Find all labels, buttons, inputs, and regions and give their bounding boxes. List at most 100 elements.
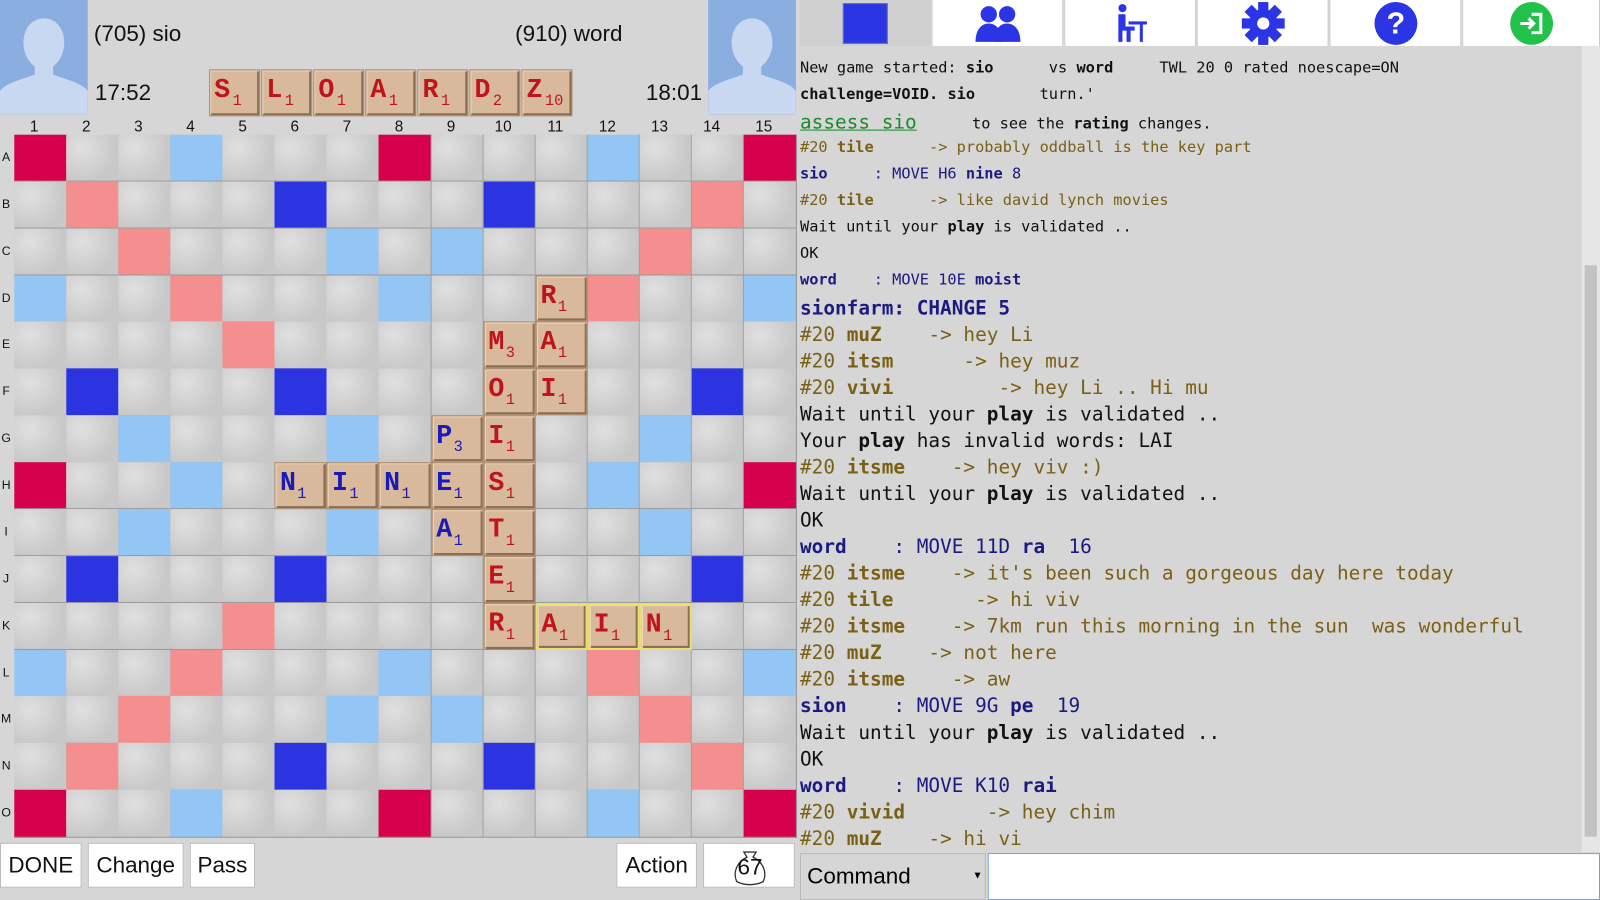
board-square[interactable] — [743, 602, 797, 651]
board-square[interactable] — [587, 555, 641, 604]
command-input[interactable] — [987, 853, 1600, 900]
board-square[interactable] — [66, 696, 120, 744]
board-square[interactable] — [170, 743, 224, 791]
double-word-square[interactable] — [170, 275, 224, 323]
board-square[interactable] — [535, 743, 589, 791]
board-square[interactable] — [639, 181, 693, 229]
board-square[interactable] — [222, 415, 276, 463]
board-square[interactable] — [691, 602, 745, 651]
board-square[interactable] — [222, 228, 276, 276]
board-square[interactable] — [274, 415, 328, 463]
board-view-button[interactable] — [799, 0, 931, 46]
board-square[interactable] — [431, 743, 484, 791]
board-square[interactable] — [379, 602, 432, 651]
board-square[interactable] — [639, 321, 693, 370]
done-button[interactable]: DONE — [0, 842, 82, 888]
triple-letter-square[interactable] — [66, 368, 120, 417]
board-square[interactable] — [639, 743, 693, 791]
board-square[interactable] — [743, 181, 797, 229]
board-square[interactable] — [743, 415, 797, 463]
triple-letter-square[interactable] — [274, 368, 328, 417]
board-square[interactable] — [379, 555, 432, 604]
board-square[interactable] — [118, 275, 172, 323]
board-square[interactable] — [535, 555, 589, 604]
board-square[interactable] — [379, 696, 432, 744]
chat-scrollbar[interactable] — [1581, 45, 1600, 853]
board-square[interactable] — [14, 415, 67, 463]
board-square[interactable] — [743, 321, 797, 370]
board-square[interactable] — [274, 134, 328, 182]
board-square[interactable] — [431, 368, 484, 417]
double-letter-square[interactable] — [14, 275, 67, 323]
triple-word-square[interactable] — [14, 789, 67, 838]
board-square[interactable] — [170, 228, 224, 276]
board-square[interactable] — [118, 181, 172, 229]
board-square[interactable] — [431, 649, 484, 697]
double-letter-square[interactable] — [587, 134, 641, 182]
board-square[interactable] — [743, 555, 797, 604]
board-square[interactable] — [274, 602, 328, 651]
board-square[interactable] — [66, 602, 120, 651]
board-square[interactable] — [691, 321, 745, 370]
board-square[interactable] — [535, 649, 589, 697]
double-letter-square[interactable] — [587, 462, 641, 510]
board-square[interactable] — [691, 789, 745, 838]
board-square[interactable] — [639, 649, 693, 697]
board-square[interactable] — [743, 368, 797, 417]
double-letter-square[interactable] — [587, 789, 641, 838]
double-word-square[interactable] — [222, 321, 276, 370]
board-square[interactable] — [379, 321, 432, 370]
rack-tile[interactable]: D2 — [469, 69, 521, 117]
board-square[interactable] — [170, 509, 224, 557]
board-square[interactable] — [66, 649, 120, 697]
board-square[interactable] — [431, 181, 484, 229]
board-square[interactable] — [222, 462, 276, 510]
board-square[interactable] — [14, 555, 67, 604]
board-square[interactable] — [691, 134, 745, 182]
board-square[interactable] — [743, 696, 797, 744]
board-square[interactable] — [587, 228, 641, 276]
board-square[interactable] — [274, 649, 328, 697]
board-square[interactable] — [379, 181, 432, 229]
board-square[interactable] — [431, 321, 484, 370]
board-square[interactable] — [639, 368, 693, 417]
board-square[interactable] — [170, 555, 224, 604]
board-square[interactable] — [535, 228, 589, 276]
board-square[interactable] — [587, 321, 641, 370]
triple-word-square[interactable] — [14, 134, 67, 182]
board-square[interactable] — [274, 228, 328, 276]
board-square[interactable] — [118, 789, 172, 838]
board-square[interactable] — [326, 134, 380, 182]
board-square[interactable] — [743, 228, 797, 276]
rack-tile[interactable]: Z 10 — [521, 69, 573, 117]
double-word-square[interactable] — [587, 275, 641, 323]
board-square[interactable] — [639, 275, 693, 323]
board-square[interactable] — [222, 181, 276, 229]
double-word-square[interactable] — [222, 602, 276, 651]
board-square[interactable] — [118, 134, 172, 182]
rack-tile[interactable]: R1 — [417, 69, 469, 117]
board-square[interactable] — [535, 134, 589, 182]
board-square[interactable] — [274, 509, 328, 557]
board-square[interactable] — [483, 228, 536, 276]
board-square[interactable] — [274, 789, 328, 838]
double-letter-square[interactable] — [639, 415, 693, 463]
board-square[interactable] — [14, 228, 67, 276]
board-square[interactable] — [66, 789, 120, 838]
double-word-square[interactable] — [639, 696, 693, 744]
double-letter-square[interactable] — [431, 228, 484, 276]
board-square[interactable] — [222, 696, 276, 744]
seat-button[interactable] — [1065, 0, 1196, 46]
board-square[interactable] — [691, 415, 745, 463]
board-square[interactable] — [170, 415, 224, 463]
double-letter-square[interactable] — [326, 228, 380, 276]
board-square[interactable] — [587, 415, 641, 463]
command-select[interactable]: Command ▼ — [799, 853, 986, 900]
board-square[interactable] — [587, 368, 641, 417]
board-square[interactable] — [326, 368, 380, 417]
triple-word-square[interactable] — [379, 789, 432, 838]
double-letter-square[interactable] — [326, 509, 380, 557]
board-square[interactable] — [222, 275, 276, 323]
double-letter-square[interactable] — [379, 649, 432, 697]
double-letter-square[interactable] — [639, 509, 693, 557]
